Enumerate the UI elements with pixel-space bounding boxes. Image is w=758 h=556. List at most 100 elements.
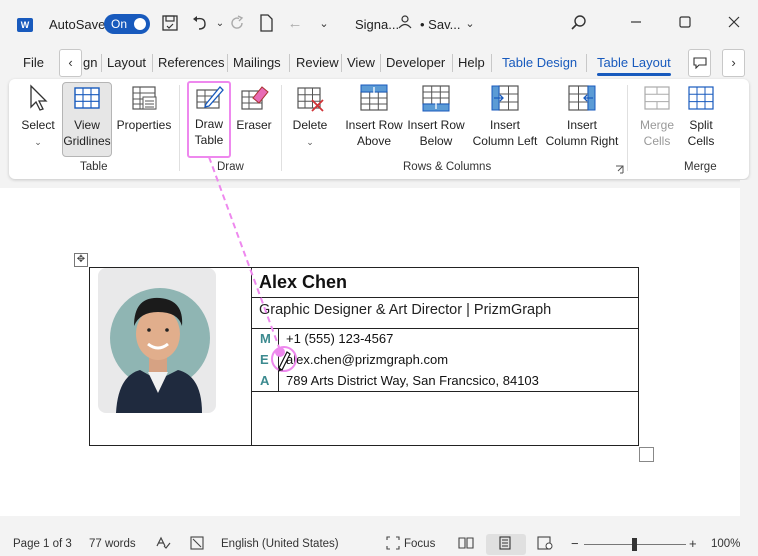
tab-table-design[interactable]: Table Design (502, 55, 577, 70)
select-button[interactable]: Select ⌄ (17, 83, 59, 157)
autosave-toggle[interactable]: On (104, 14, 150, 34)
tab-table-layout[interactable]: Table Layout (597, 55, 671, 76)
dialog-launcher-icon[interactable] (615, 163, 624, 174)
insert-row-below-button[interactable]: Insert Row Below (405, 83, 467, 157)
language-indicator[interactable]: English (United States) (221, 538, 339, 550)
word-count[interactable]: 77 words (89, 538, 136, 550)
split-cells-label: Cells (687, 134, 715, 148)
tab-review[interactable]: Review (296, 55, 339, 70)
insert-row-above-button[interactable]: Insert Row Above (343, 83, 405, 157)
search-icon[interactable] (569, 14, 589, 34)
ribbon-panel: Select ⌄ View Gridlines Properties Table… (9, 79, 749, 179)
draw-table-button[interactable]: Draw Table (187, 81, 231, 158)
contact-label-mobile: M (260, 331, 271, 346)
chevron-down-icon[interactable]: ⌄ (460, 14, 480, 34)
tab-mailings[interactable]: Mailings (233, 55, 281, 70)
insert-column-left-label: Column Left (472, 134, 538, 148)
title-bar: W AutoSave On ⌄ ← ⌄ Signa... • Sav... ⌄ (0, 0, 758, 48)
status-bar: Page 1 of 3 77 words English (United Sta… (0, 533, 758, 556)
document-title[interactable]: Signa... (355, 17, 399, 32)
tab-references[interactable]: References (158, 55, 224, 70)
person-icon (396, 14, 416, 34)
eraser-icon (241, 86, 269, 110)
tab-scroll-right-button[interactable]: › (722, 49, 745, 77)
insert-row-above-label: Above (356, 134, 392, 148)
proofing-icon[interactable] (155, 536, 171, 553)
focus-icon[interactable] (386, 536, 400, 553)
tab-scroll-left-button[interactable]: ‹ (59, 49, 82, 77)
undo-icon[interactable] (190, 14, 210, 34)
table-row-divider (251, 391, 639, 392)
maximize-icon[interactable] (673, 12, 697, 36)
read-mode-icon[interactable] (458, 536, 474, 553)
web-layout-icon[interactable] (537, 536, 553, 553)
redo-icon[interactable] (227, 14, 247, 34)
table-resize-handle[interactable] (639, 447, 654, 462)
tab-divider (289, 54, 290, 72)
back-icon[interactable]: ← (285, 14, 305, 34)
insert-column-right-label: Insert (566, 118, 597, 132)
table-row-divider (251, 297, 639, 298)
view-gridlines-label: View (74, 118, 100, 132)
insert-row-below-label: Below (419, 134, 453, 148)
tab-divider (380, 54, 381, 72)
save-status: • Sav... (420, 17, 461, 32)
tab-help[interactable]: Help (458, 55, 485, 70)
draw-table-label: Table (194, 133, 224, 147)
insert-column-right-button[interactable]: Insert Column Right (543, 83, 621, 157)
print-layout-icon[interactable] (499, 536, 511, 553)
autosave-label: AutoSave (49, 17, 106, 32)
properties-button[interactable]: Properties (114, 83, 174, 143)
group-label-draw: Draw (217, 161, 244, 173)
group-label-table: Table (80, 161, 108, 173)
group-label-merge: Merge (684, 161, 717, 173)
comments-button[interactable] (688, 49, 711, 77)
insert-column-left-label: Insert (489, 118, 520, 132)
table-move-handle-icon[interactable]: ✥ (74, 253, 88, 267)
delete-table-icon (297, 87, 324, 112)
contact-label-address: A (260, 373, 270, 388)
tab-divider (227, 54, 228, 72)
tab-divider (101, 54, 102, 72)
page-count[interactable]: Page 1 of 3 (13, 538, 72, 550)
tab-developer[interactable]: Developer (386, 55, 445, 70)
insert-row-above-icon (360, 84, 388, 111)
view-gridlines-button[interactable]: View Gridlines (62, 82, 112, 157)
zoom-out-button[interactable]: − (571, 536, 579, 551)
minimize-icon[interactable] (624, 12, 648, 36)
table-row-divider (251, 328, 639, 329)
save-icon[interactable] (160, 14, 180, 34)
select-cursor-icon (30, 84, 48, 111)
tab-design[interactable]: gn (83, 55, 97, 70)
accessibility-icon[interactable] (190, 536, 204, 553)
zoom-in-button[interactable]: + (689, 536, 697, 551)
group-label-rows-columns: Rows & Columns (403, 161, 492, 173)
zoom-slider-thumb[interactable] (632, 538, 637, 551)
tab-file[interactable]: File (23, 55, 44, 70)
insert-column-left-button[interactable]: Insert Column Left (469, 83, 541, 157)
insert-column-left-icon (491, 85, 519, 111)
table-column-divider (251, 268, 252, 445)
eraser-button[interactable]: Eraser (234, 83, 274, 143)
tab-divider (152, 54, 153, 72)
word-logo-icon: W (17, 18, 33, 32)
signature-title: Graphic Designer & Art Director | PrizmG… (259, 302, 552, 318)
merge-cells-button[interactable]: Merge Cells (637, 83, 677, 157)
customize-icon[interactable]: ⌄ (314, 14, 334, 34)
contact-label-email: E (260, 352, 269, 367)
focus-mode-button[interactable]: Focus (404, 538, 435, 550)
tab-view[interactable]: View (347, 55, 375, 70)
insert-column-right-label: Column Right (545, 134, 619, 148)
zoom-level[interactable]: 100% (711, 538, 740, 550)
delete-button[interactable]: Delete ⌄ (289, 83, 331, 157)
vertical-scrollbar[interactable] (740, 180, 758, 516)
split-cells-button[interactable]: Split Cells (683, 83, 719, 157)
draw-table-label: Draw (194, 117, 223, 131)
close-icon[interactable] (722, 12, 746, 36)
tab-divider (586, 54, 587, 72)
tab-divider (341, 54, 342, 72)
tab-layout[interactable]: Layout (107, 55, 146, 70)
new-doc-icon[interactable] (256, 14, 276, 34)
signature-table[interactable]: Alex Chen Graphic Designer & Art Directo… (89, 267, 639, 446)
tab-divider (491, 54, 492, 72)
